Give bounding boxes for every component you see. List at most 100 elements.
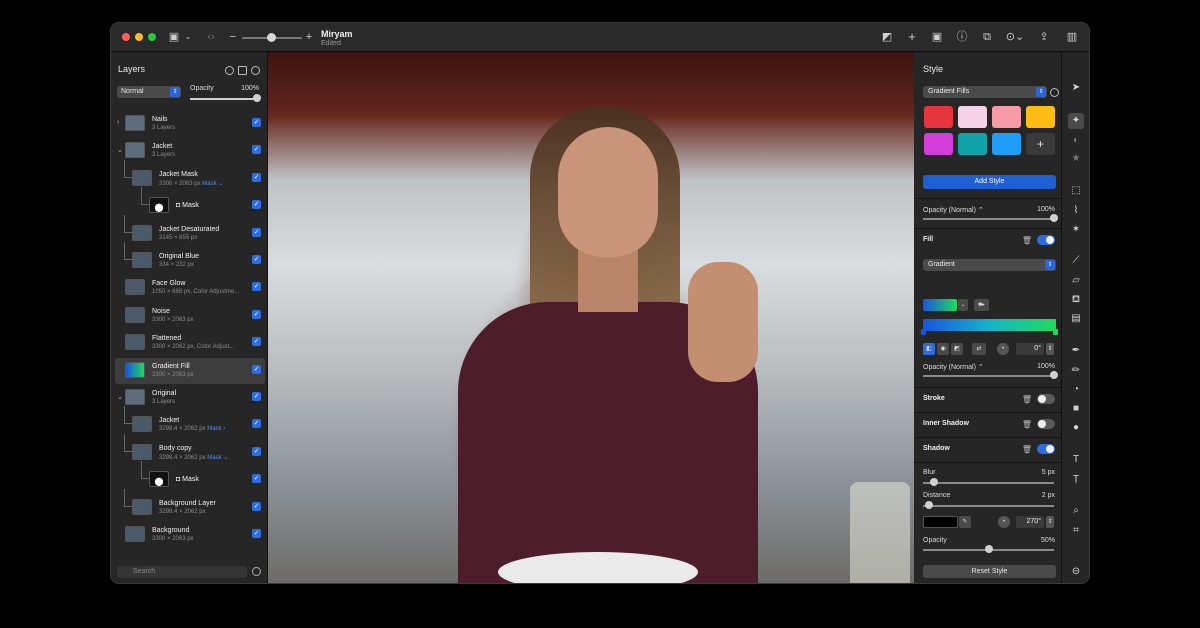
layer-visibility-checkbox[interactable]: ✓: [252, 255, 261, 264]
shadow-opacity-handle[interactable]: [984, 545, 993, 553]
stroke-toggle[interactable]: [1037, 394, 1055, 404]
layer-row[interactable]: Background 3300 × 2063 px ✓: [115, 522, 265, 548]
style-type-select[interactable]: Gradient Fills ⇕: [923, 86, 1047, 98]
zoom-slider-handle[interactable]: [267, 33, 276, 42]
layer-row[interactable]: Jacket 3298.4 × 2062 px Mask › ✓: [115, 406, 265, 438]
layer-row[interactable]: ◘ Mask ✓: [115, 187, 265, 219]
style-swatch[interactable]: [992, 106, 1021, 128]
layer-row[interactable]: Original Blue 334 × 232 px ✓: [115, 242, 265, 274]
pen-icon[interactable]: ✒: [1068, 343, 1084, 359]
photo-icon[interactable]: ▣: [929, 29, 945, 45]
more-options-icon[interactable]: ⊙⌄: [1004, 29, 1026, 45]
trash-icon[interactable]: 🗑: [1022, 445, 1032, 454]
style-brush-icon[interactable]: ✦: [1068, 113, 1084, 129]
layer-row[interactable]: Body copy 3298.4 × 2062 px Mask ⌄ ✓: [115, 433, 265, 466]
zoom-window-button[interactable]: [148, 33, 156, 41]
zoom-out-icon[interactable]: −: [228, 29, 238, 45]
eraser-icon[interactable]: ▱: [1068, 273, 1084, 289]
style-swatch[interactable]: [992, 133, 1021, 155]
layer-visibility-checkbox[interactable]: ✓: [252, 172, 261, 182]
layer-visibility-checkbox[interactable]: ✓: [252, 364, 261, 374]
chevron-right-icon[interactable]: ›: [117, 119, 119, 126]
trash-icon[interactable]: 🗑: [1022, 395, 1032, 404]
layer-row[interactable]: › Nails 3 Layers ✓: [115, 111, 265, 137]
image-canvas[interactable]: [268, 52, 914, 583]
paint-brush-icon[interactable]: ⟋: [1068, 253, 1084, 269]
zoom-tool-icon[interactable]: ⌕: [1068, 503, 1084, 519]
shadow-blur-slider[interactable]: [923, 482, 1054, 484]
style-swatch[interactable]: [958, 133, 987, 155]
angle-dial-icon[interactable]: •: [998, 516, 1010, 528]
style-swatch[interactable]: [924, 106, 953, 128]
close-window-button[interactable]: [122, 33, 130, 41]
crop-icon[interactable]: ⌗: [1068, 523, 1084, 539]
shapes-icon[interactable]: ◔: [1068, 382, 1084, 398]
arrow-pointer-icon[interactable]: ➤: [1068, 80, 1084, 96]
arrange-icon[interactable]: ◩: [879, 29, 895, 45]
layer-visibility-checkbox[interactable]: ✓: [252, 309, 261, 319]
minimize-window-button[interactable]: [135, 33, 143, 41]
gradient-tool-icon[interactable]: ▤: [1068, 311, 1084, 327]
remove-style-icon[interactable]: [1050, 88, 1059, 97]
angle-dial-icon[interactable]: •: [997, 343, 1009, 355]
layer-visibility-checkbox[interactable]: ✓: [252, 227, 261, 237]
rectangle-shape-icon[interactable]: ■: [1068, 401, 1084, 417]
angular-gradient-icon[interactable]: ◩: [951, 343, 963, 355]
effects-star-icon[interactable]: ★: [1068, 151, 1084, 167]
shadow-distance-slider[interactable]: [923, 505, 1054, 507]
trash-icon[interactable]: 🗑: [1022, 236, 1032, 245]
style-swatch[interactable]: [1026, 106, 1055, 128]
fill-opacity-slider[interactable]: [923, 375, 1054, 377]
layer-visibility-checkbox[interactable]: ✓: [252, 474, 261, 484]
layer-visibility-checkbox[interactable]: ✓: [252, 282, 261, 292]
shadow-toggle[interactable]: [1037, 444, 1055, 454]
fill-opacity-handle[interactable]: [1050, 371, 1058, 379]
layer-row[interactable]: ⌄ Jacket 3 Layers ✓: [115, 138, 265, 164]
reverse-gradient-icon[interactable]: ⇄: [972, 343, 986, 355]
lasso-select-icon[interactable]: ⌇: [1068, 203, 1084, 219]
add-layer-icon[interactable]: [251, 66, 260, 75]
chevron-down-icon[interactable]: ⌄: [183, 29, 193, 45]
layer-row[interactable]: Flattened 3300 × 2062 px, Color Adjust...…: [115, 330, 265, 356]
radial-gradient-icon[interactable]: ◉: [937, 343, 949, 355]
more-tools-icon[interactable]: ⊖: [1068, 564, 1084, 580]
gradient-stop-icon[interactable]: ■▸: [974, 299, 989, 311]
text-icon[interactable]: T: [1068, 452, 1084, 468]
magic-wand-icon[interactable]: ✶: [1068, 222, 1084, 238]
add-icon[interactable]: +: [904, 29, 920, 45]
mask-link[interactable]: Mask ⌄: [201, 181, 223, 187]
style-opacity-handle[interactable]: [1050, 214, 1058, 222]
crop-export-icon[interactable]: ⧉: [979, 29, 995, 45]
chevron-down-icon[interactable]: ⌄: [958, 299, 968, 311]
fill-angle-input[interactable]: 0°: [1016, 343, 1044, 355]
stepper-icon[interactable]: ⇕: [1046, 516, 1054, 528]
reset-style-button[interactable]: Reset Style: [923, 565, 1056, 578]
gradient-preset-picker[interactable]: [923, 299, 957, 311]
layer-visibility-checkbox[interactable]: ✓: [252, 337, 261, 347]
paint-bucket-icon[interactable]: ⛾: [1068, 292, 1084, 308]
shadow-distance-handle[interactable]: [925, 501, 933, 509]
mask-link[interactable]: Mask ›: [206, 426, 225, 432]
linear-gradient-icon[interactable]: ◧: [923, 343, 935, 355]
opacity-slider-track[interactable]: [190, 98, 258, 100]
layer-row[interactable]: ⌄ Original 3 Layers ✓: [115, 385, 265, 411]
style-swatch[interactable]: [924, 133, 953, 155]
gradient-editor-bar[interactable]: [923, 319, 1056, 331]
text-on-path-icon[interactable]: Ṭ: [1068, 472, 1084, 488]
chevron-down-icon[interactable]: ⌄: [117, 393, 123, 401]
filter-icon[interactable]: [252, 567, 261, 576]
info-icon[interactable]: ⓘ: [954, 29, 970, 45]
color-adjust-icon[interactable]: ◐: [1068, 133, 1084, 149]
pencil-icon[interactable]: ✏: [1068, 363, 1084, 379]
layer-visibility-checkbox[interactable]: ✓: [252, 200, 261, 210]
stepper-icon[interactable]: ⇕: [1046, 343, 1054, 355]
sidebar-toggle-icon[interactable]: ▣: [167, 29, 181, 45]
shadow-blur-handle[interactable]: [930, 478, 938, 486]
stack-icon[interactable]: [238, 66, 247, 75]
layer-row[interactable]: Noise 3300 × 2063 px ✓: [115, 303, 265, 329]
share-icon[interactable]: ⇪: [1036, 29, 1052, 45]
layer-row[interactable]: Jacket Mask 3300 × 2063 px Mask ⌄ ✓: [115, 159, 265, 192]
shadow-angle-input[interactable]: 270°: [1016, 516, 1044, 528]
layer-row[interactable]: Background Layer 3298.4 × 2062 px ✓: [115, 488, 265, 521]
layer-visibility-checkbox[interactable]: ✓: [252, 501, 261, 511]
